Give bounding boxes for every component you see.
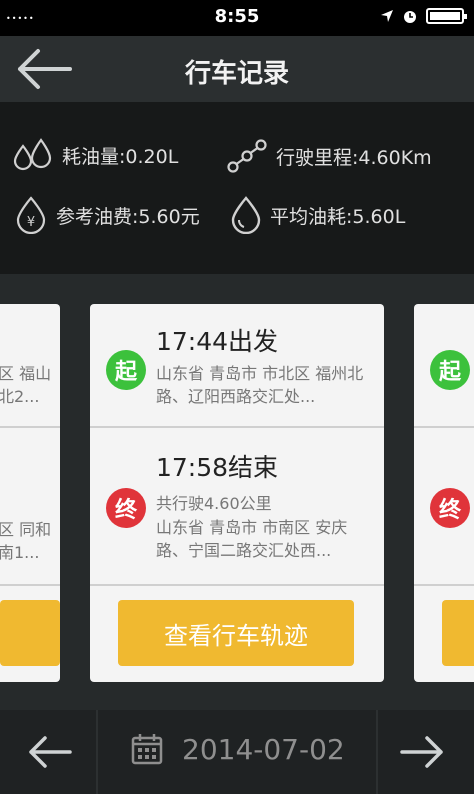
current-date: 2014-07-02 [182,732,345,766]
water-drop-icon [231,196,261,234]
start-badge: 起 [430,350,470,390]
start-address-peek-line2: 北2... [0,387,40,406]
trip-end-section: 终 [414,430,474,586]
divider [96,710,98,794]
end-badge: 终 [106,488,146,528]
yuan-drop-icon: ¥ [16,196,46,234]
view-route-button-peek[interactable] [0,600,60,666]
trip-stats-panel: 耗油量:0.20L 行驶里程:4.60Km ¥ 参考油费:5.60元 平均油耗:… [0,102,474,274]
header-bar: 行车记录 [0,36,474,102]
trip-start-section: 区 福山 北2... [0,304,60,428]
stat-fuel-cost: ¥ 参考油费:5.60元 [14,196,200,234]
end-address-peek: 区 同和 南1... [0,518,51,564]
trip-card-previous[interactable]: 区 福山 北2... 区 同和 南1... [0,304,60,682]
battery-icon [426,8,467,24]
divider [376,710,378,794]
start-address-peek-line1: 区 福山 [0,364,52,383]
arrow-left-icon [29,736,72,768]
trip-start-section: 起 [414,304,474,428]
view-route-button[interactable]: 查看行车轨迹 [118,600,354,666]
trip-start-section: 起 17:44出发 山东省 青岛市 市北区 福州北路、辽阳西路交汇处... [90,304,384,428]
page-title: 行车记录 [184,59,289,89]
stat-avg-consumption: 平均油耗:5.60L [230,196,405,234]
stat-distance: 行驶里程:4.60Km [226,138,432,174]
end-distance: 共行驶4.60公里 [156,494,272,513]
trip-card-next[interactable]: 起 终 [414,304,474,682]
start-address: 山东省 青岛市 市北区 福州北路、辽阳西路交汇处... [156,364,364,406]
end-address-peek-line2: 南1... [0,543,40,562]
previous-day-button[interactable] [26,730,74,774]
water-drops-icon [13,138,52,171]
end-badge: 终 [430,488,470,528]
status-bar: ••••• 8:55 [0,0,474,36]
date-picker[interactable]: 2014-07-02 [130,732,345,766]
date-navigation-bar: 2014-07-02 [0,710,474,794]
calendar-icon [131,734,163,765]
start-time: 17:44出发 [156,327,279,356]
end-address-peek-line1: 区 同和 [0,520,52,539]
stat-avg-consumption-value: 平均油耗:5.60L [270,205,406,228]
status-icons [380,8,467,24]
view-route-button-peek[interactable] [442,600,474,666]
stat-fuel-used-value: 耗油量:0.20L [62,145,179,168]
trip-end-section: 区 同和 南1... [0,430,60,586]
route-chain-icon [227,139,267,173]
stat-distance-value: 行驶里程:4.60Km [276,146,432,169]
next-day-button[interactable] [398,730,446,774]
arrow-right-icon [400,736,443,768]
svg-text:¥: ¥ [27,215,35,230]
end-address: 山东省 青岛市 市南区 安庆路、宁国二路交汇处西... [156,518,348,560]
trip-card: 起 17:44出发 山东省 青岛市 市北区 福州北路、辽阳西路交汇处... 终 … [90,304,384,682]
trip-carousel[interactable]: 区 福山 北2... 区 同和 南1... 起 17:44出发 山东省 青岛市 … [0,274,474,710]
stat-fuel-cost-value: 参考油费:5.60元 [56,205,200,228]
end-time: 17:58结束 [156,453,279,482]
trip-end-section: 终 17:58结束 共行驶4.60公里 山东省 青岛市 市南区 安庆路、宁国二路… [90,430,384,586]
stat-fuel-used: 耗油量:0.20L [12,138,178,172]
start-address-peek: 区 福山 北2... [0,362,51,408]
start-badge: 起 [106,350,146,390]
alarm-icon [404,11,416,23]
location-arrow-icon [381,10,393,22]
